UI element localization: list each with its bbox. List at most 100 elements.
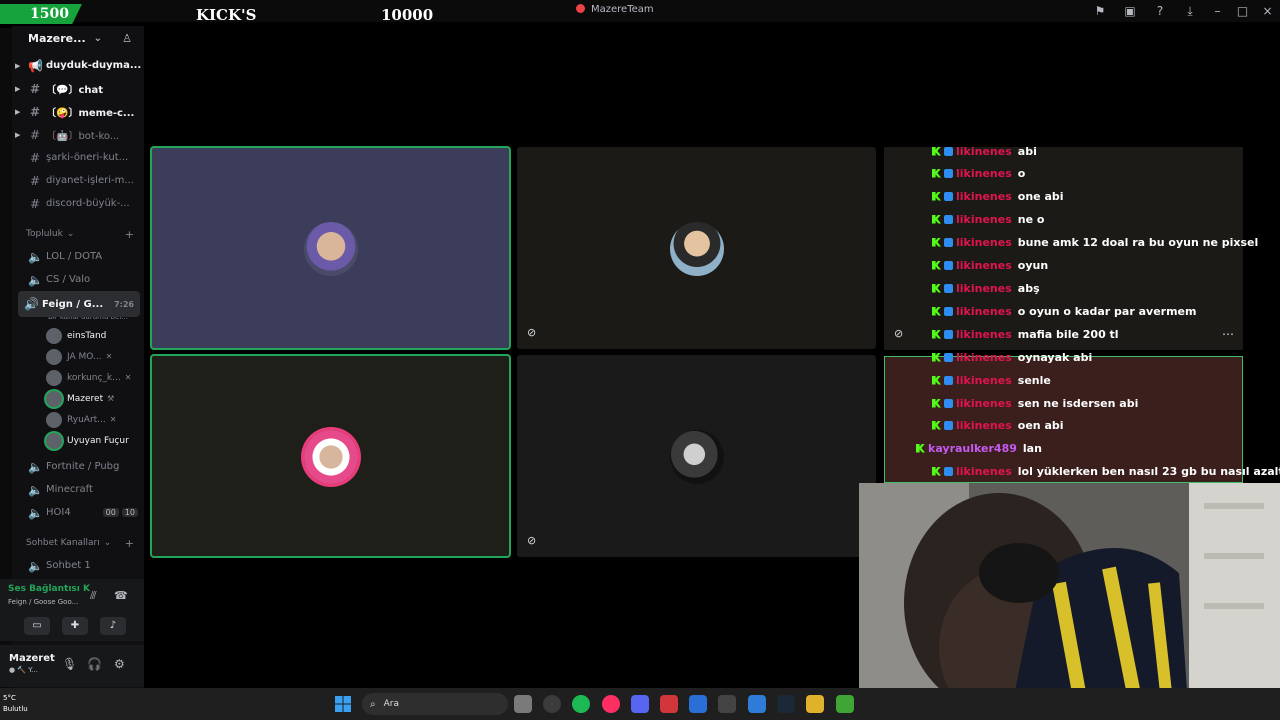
app-icon[interactable] [806, 695, 824, 713]
taskbar-search[interactable]: ⌕ Ara [362, 693, 508, 715]
voice-user[interactable]: einsTand [12, 325, 144, 346]
channel-meme[interactable]: ▶ # 〔🤪〕meme-c... [12, 100, 144, 123]
chrome-icon[interactable] [543, 695, 561, 713]
user-name[interactable]: Mazeret [9, 653, 55, 664]
channel-bot[interactable]: ▶ # 〔🤖〕bot-ko... [12, 123, 144, 146]
channel-label: 〔🤪〕meme-c... [46, 108, 135, 119]
spotify-icon[interactable] [572, 695, 590, 713]
channel-label: discord-büyük-... [46, 198, 130, 209]
kick-badge-icon [932, 147, 941, 156]
minecraft-icon[interactable] [836, 695, 854, 713]
mute-icon: ✕ [105, 352, 113, 361]
server-header[interactable]: Mazere... ⌄ ♙ [12, 26, 144, 50]
app-icon[interactable] [660, 695, 678, 713]
microphone-icon[interactable]: 🎙 [62, 657, 77, 671]
voice-channel-hoi4[interactable]: 🔈 HOI4 00 10 [12, 501, 144, 524]
channel-discord[interactable]: # discord-büyük-... [12, 192, 144, 215]
windows-start-icon[interactable] [335, 696, 351, 712]
category-sohbet[interactable]: Sohbet Kanalları ⌄ + [12, 532, 144, 554]
chat-username[interactable]: likinenes [956, 419, 1012, 432]
chat-username[interactable]: likinenes [956, 465, 1012, 478]
chat-username[interactable]: likinenes [956, 147, 1012, 158]
activity-button[interactable]: ✚ [62, 617, 88, 635]
chat-username[interactable]: likinenes [956, 236, 1012, 249]
download-icon[interactable]: ⤓ [1175, 4, 1205, 19]
channel-sarki[interactable]: # şarki-öneri-kut... [12, 146, 144, 169]
participant-tile[interactable] [150, 354, 511, 558]
weather-desc[interactable]: Bulutlu [3, 705, 28, 713]
voice-user[interactable]: korkunç_k... ✕ [12, 367, 144, 388]
chat-username[interactable]: likinenes [956, 397, 1012, 410]
user-panel: Mazeret ● 🔨 Y... 🎙 🎧 ⚙ [0, 645, 144, 687]
inbox-icon[interactable]: ▣ [1115, 4, 1145, 18]
chat-username[interactable]: likinenes [956, 328, 1012, 341]
minimize-icon[interactable]: – [1205, 4, 1230, 18]
voice-channel-fortnite[interactable]: 🔈 Fortnite / Pubg [12, 455, 144, 478]
opera-icon[interactable] [602, 695, 620, 713]
voice-connected-channel[interactable]: Feign / Goose Goo... [8, 598, 78, 606]
chat-text: oen abi [1017, 418, 1064, 432]
more-options-icon[interactable]: ⋯ [1222, 327, 1234, 341]
participant-tile[interactable] [150, 146, 511, 350]
task-view-icon[interactable] [514, 695, 532, 713]
voice-user-name: JA MO... [67, 351, 102, 362]
headphones-icon[interactable]: 🎧 [87, 657, 102, 671]
weather-temp[interactable]: 5°C [3, 694, 16, 702]
disconnect-icon[interactable]: ☎ [114, 589, 128, 602]
voice-user[interactable]: JA MO... ✕ [12, 346, 144, 367]
category-topluluk[interactable]: Topluluk ⌄ + [12, 223, 144, 245]
channel-duyduk[interactable]: ▶ 📢 duyduk-duyma... [12, 54, 144, 77]
chat-username[interactable]: likinenes [956, 305, 1012, 318]
chat-username[interactable]: likinenes [956, 167, 1012, 180]
chat-username[interactable]: kayraulker489 [928, 442, 1017, 455]
chat-text: one abi [1017, 189, 1064, 203]
chat-text: lan [1022, 441, 1042, 455]
verified-badge-icon [944, 306, 953, 316]
verified-badge-icon [944, 260, 953, 270]
channel-label: Sohbet 1 [46, 560, 91, 571]
channel-diyanet[interactable]: # diyanet-işleri-m... [12, 169, 144, 192]
voice-user[interactable]: RyuArt... ✕ [12, 409, 144, 430]
store-icon[interactable] [689, 695, 707, 713]
plus-icon[interactable]: + [125, 537, 134, 550]
noise-suppression-icon[interactable]: ⫻ [90, 589, 97, 603]
megaphone-icon: 📢 [28, 58, 43, 73]
help-icon[interactable]: ? [1145, 4, 1175, 18]
app-icon[interactable] [748, 695, 766, 713]
maximize-icon[interactable]: □ [1230, 4, 1255, 18]
screen-share-button[interactable]: ▭ [24, 617, 50, 635]
close-icon[interactable]: × [1255, 4, 1280, 18]
participant-tile[interactable]: ⊘ [517, 147, 876, 349]
chat-username[interactable]: likinenes [956, 190, 1012, 203]
channel-chat[interactable]: ▶ # 〔💬〕chat [12, 77, 144, 100]
avatar [46, 369, 62, 386]
voice-channel-active[interactable]: 🔊 Feign / G... 7:26 [18, 291, 140, 317]
arrow-icon: ▶ [15, 107, 21, 116]
steam-icon[interactable] [777, 695, 795, 713]
verified-badge-icon [944, 420, 953, 430]
voice-user[interactable]: Uyuyan Fuçur [12, 430, 144, 451]
chat-username[interactable]: likinenes [956, 351, 1012, 364]
app-icon[interactable] [718, 695, 736, 713]
chat-text: sen ne isdersen abi [1017, 396, 1139, 410]
plus-icon[interactable]: + [125, 228, 134, 241]
kick-badge-icon [932, 191, 941, 201]
voice-channel-sohbet[interactable]: 🔈 Sohbet 1 [12, 554, 144, 577]
chat-username[interactable]: likinenes [956, 213, 1012, 226]
settings-gear-icon[interactable]: ⚙ [114, 657, 125, 671]
flag-icon[interactable]: ⚑ [1085, 4, 1115, 18]
chat-username[interactable]: likinenes [956, 282, 1012, 295]
chat-text: o [1017, 166, 1026, 180]
discord-icon[interactable] [631, 695, 649, 713]
soundboard-button[interactable]: ♪ [100, 617, 126, 635]
avatar [46, 432, 62, 449]
voice-channel-lol[interactable]: 🔈 LOL / DOTA [12, 245, 144, 268]
voice-channel-minecraft[interactable]: 🔈 Minecraft [12, 478, 144, 501]
voice-channel-cs[interactable]: 🔈 CS / Valo [12, 268, 144, 291]
verified-badge-icon [944, 352, 953, 362]
participant-tile[interactable]: ⊘ [517, 355, 876, 557]
chat-username[interactable]: likinenes [956, 374, 1012, 387]
voice-user[interactable]: Mazeret ⚒ [12, 388, 144, 409]
chat-username[interactable]: likinenes [956, 259, 1012, 272]
add-member-icon[interactable]: ♙ [122, 32, 132, 45]
